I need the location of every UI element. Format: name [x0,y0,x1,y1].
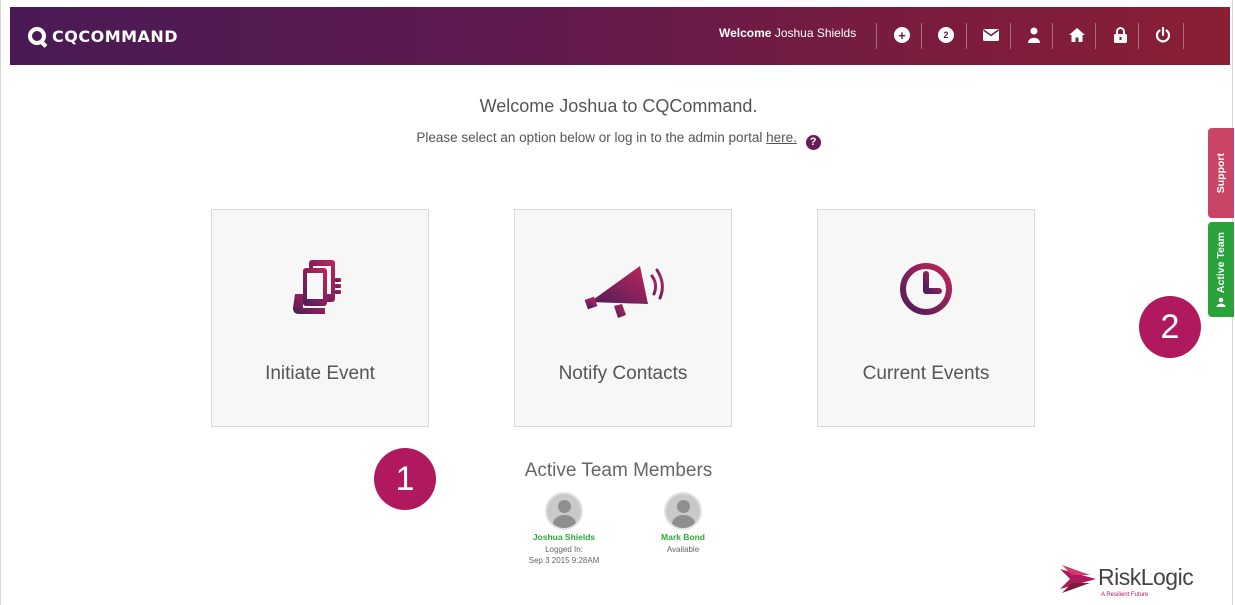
page-title: Welcome Joshua to CQCommand. [479,96,758,116]
team-member[interactable]: Mark Bond Available [638,492,728,555]
member-name: Joshua Shields [532,532,596,542]
plus-circle-icon[interactable]: + [892,25,912,45]
toolbar-divider [1010,23,1011,49]
toolbar-divider [1183,23,1184,49]
member-status-time: Sep 3 2015 9:28AM [528,556,600,565]
active-team-tab-label: Active Team [1215,232,1227,294]
app-frame: CQCOMMAND Welcome Joshua Shields + 2 Wel… [0,0,1235,605]
current-events-label: Current Events [862,363,990,384]
power-icon[interactable] [1153,25,1173,45]
user-icon[interactable] [1024,25,1044,45]
intro-subtitle-text: Please select an option below or log in … [416,130,763,145]
intro-subtitle: Please select an option below or log in … [1,130,1235,150]
annotation-badge-2: 2 [1139,296,1201,358]
home-icon[interactable] [1067,25,1087,45]
toolbar-divider [1052,23,1053,49]
active-team-tab[interactable]: Active Team [1208,222,1234,317]
initiate-event-tile[interactable]: Initiate Event [211,209,429,427]
admin-portal-link[interactable]: here. [766,130,797,145]
welcome-user-name: Joshua Shields [774,26,857,40]
avatar [664,492,702,530]
risklogic-tagline: A Resilient Future [1101,592,1149,598]
avatar [545,492,583,530]
team-member[interactable]: Joshua Shields Logged In: Sep 3 2015 9:2… [519,492,609,566]
lock-icon[interactable] [1110,25,1130,45]
envelope-icon[interactable] [981,25,1001,45]
member-name: Mark Bond [661,532,705,542]
user-icon [1216,297,1226,307]
member-status: Logged In: Sep 3 2015 9:28AM [519,544,609,566]
toolbar-divider [1095,23,1096,49]
toolbar-divider [921,23,922,49]
toolbar-divider [1138,23,1139,49]
support-tab-label: Support [1215,152,1227,194]
top-navigation-bar: CQCOMMAND Welcome Joshua Shields + 2 [10,7,1230,65]
toolbar-divider [966,23,967,49]
logo-q-icon [28,27,46,45]
support-tab[interactable]: Support [1208,128,1234,218]
member-status: Available [638,544,728,555]
notification-count: 2 [938,27,954,43]
toolbar-divider [876,23,877,49]
risklogic-wing-icon [1060,565,1096,593]
megaphone-icon [515,254,731,324]
clock-icon [818,254,1034,324]
welcome-text: Welcome Joshua Shields [719,26,856,40]
app-logo[interactable]: CQCOMMAND [28,21,178,51]
active-team-title: Active Team Members [524,460,713,481]
welcome-prefix: Welcome [719,26,772,40]
risklogic-logo: RiskLogic A Resilient Future [1060,564,1194,598]
mobile-hand-icon [212,254,428,324]
member-status-line: Available [666,545,700,554]
notification-count-icon[interactable]: 2 [936,25,956,45]
initiate-event-label: Initiate Event [265,363,375,384]
risklogic-brand: RiskLogic [1098,564,1194,590]
help-icon[interactable]: ? [805,135,821,150]
current-events-tile[interactable]: Current Events [817,209,1035,427]
logo-text: CQCOMMAND [52,26,179,46]
notify-contacts-tile[interactable]: Notify Contacts [514,209,732,427]
notify-contacts-label: Notify Contacts [558,363,688,384]
member-status-line: Logged In: [545,545,583,554]
